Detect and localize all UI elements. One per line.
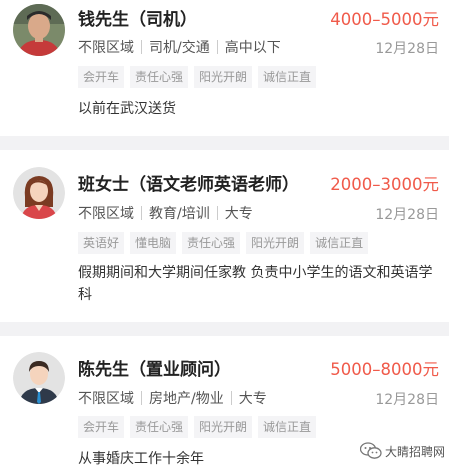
- avatar: [13, 4, 65, 56]
- description: 以前在武汉送货: [78, 101, 176, 117]
- candidate-name: 陈先生（置业顾问）: [78, 360, 231, 380]
- avatar: [13, 352, 65, 404]
- salary-range: 5000–8000元: [330, 360, 439, 379]
- tag: 责任心强: [130, 66, 189, 88]
- education: 大专: [238, 391, 267, 407]
- divider: [216, 206, 218, 220]
- job-seeker-feed: 钱先生（司机） 4000–5000元 不限区域 司机/交通 高中以下 12月28…: [0, 0, 449, 466]
- watermark: 大睛招聘网: [359, 442, 445, 460]
- post-date: 12月28日: [375, 41, 439, 57]
- tag: 阳光开朗: [194, 66, 253, 88]
- avatar: [13, 167, 65, 219]
- tag: 阳光开朗: [194, 416, 253, 438]
- list-item[interactable]: 陈先生（置业顾问） 5000–8000元 不限区域 房地产/物业 大专 12月2…: [0, 336, 449, 466]
- candidate-name: 钱先生（司机）: [78, 10, 197, 30]
- tag-list: 会开车 责任心强 阳光开朗 诚信正直: [78, 66, 317, 88]
- industry: 司机/交通: [149, 40, 210, 56]
- post-date: 12月28日: [375, 392, 439, 408]
- meta-row: 不限区域 司机/交通 高中以下: [78, 37, 281, 57]
- industry: 房地产/物业: [149, 391, 224, 407]
- education: 大专: [224, 206, 253, 222]
- tag: 会开车: [78, 66, 125, 88]
- tag: 阳光开朗: [246, 232, 305, 254]
- tag: 会开车: [78, 416, 125, 438]
- divider: [230, 391, 232, 405]
- divider: [216, 40, 218, 54]
- divider: [141, 391, 142, 405]
- education: 高中以下: [224, 40, 281, 56]
- list-item[interactable]: 钱先生（司机） 4000–5000元 不限区域 司机/交通 高中以下 12月28…: [0, 0, 449, 136]
- watermark-text: 大睛招聘网: [384, 444, 445, 459]
- tag: 诚信正直: [258, 416, 317, 438]
- divider: [141, 206, 142, 220]
- tag: 责任心强: [130, 416, 189, 438]
- area: 不限区域: [78, 206, 134, 222]
- divider: [141, 40, 142, 54]
- industry: 教育/培训: [149, 206, 210, 222]
- wechat-icon: [359, 442, 382, 459]
- salary-range: 2000–3000元: [330, 175, 439, 194]
- male-avatar-icon: [13, 352, 65, 404]
- tag: 英语好: [78, 232, 125, 254]
- tag-list: 英语好 懂电脑 责任心强 阳光开朗 诚信正直: [78, 232, 369, 254]
- meta-row: 不限区域 房地产/物业 大专: [78, 388, 267, 408]
- area: 不限区域: [78, 40, 134, 56]
- tag-list: 会开车 责任心强 阳光开朗 诚信正直: [78, 416, 317, 438]
- salary-range: 4000–5000元: [330, 10, 439, 29]
- description: 假期期间和大学期间任家教 负责中小学生的语文和英语学科: [78, 265, 433, 303]
- post-date: 12月28日: [375, 207, 439, 223]
- area: 不限区域: [78, 391, 134, 407]
- list-item[interactable]: 班女士（语文老师英语老师） 2000–3000元 不限区域 教育/培训 大专 1…: [0, 150, 449, 322]
- tag: 诚信正直: [310, 232, 369, 254]
- female-avatar-icon: [13, 167, 65, 219]
- tag: 责任心强: [182, 232, 241, 254]
- tag: 诚信正直: [258, 66, 317, 88]
- meta-row: 不限区域 教育/培训 大专: [78, 203, 253, 223]
- photo-avatar: [13, 4, 65, 56]
- candidate-name: 班女士（语文老师英语老师）: [78, 175, 299, 195]
- tag: 懂电脑: [130, 232, 177, 254]
